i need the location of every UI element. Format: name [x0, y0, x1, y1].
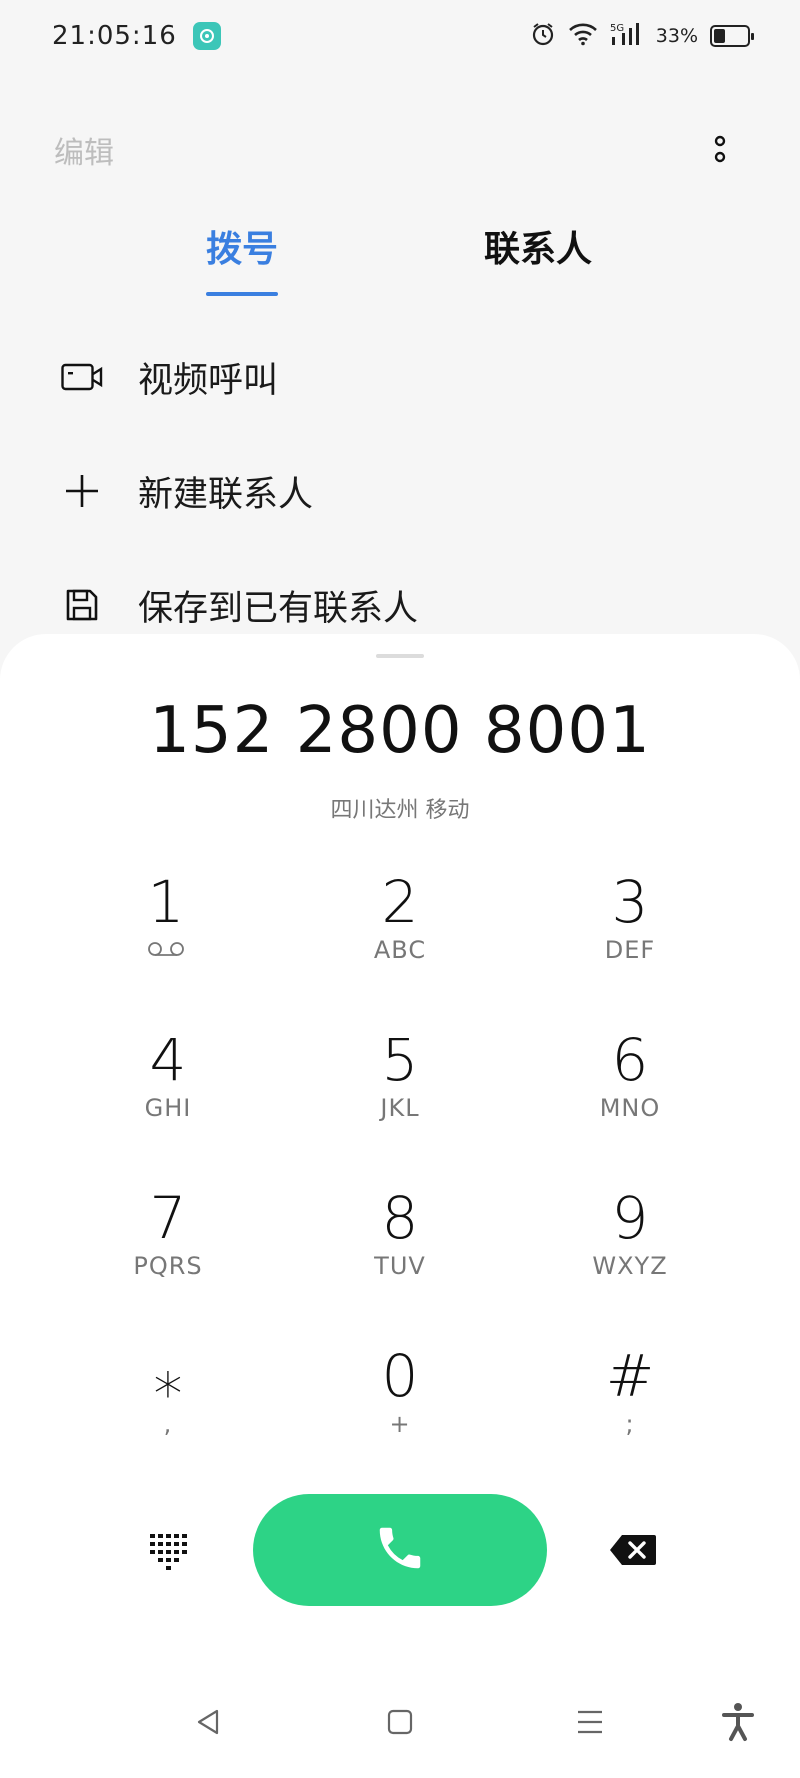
tab-dial[interactable]: 拨号: [206, 220, 278, 300]
alarm-icon: [530, 21, 556, 51]
plus-icon: [60, 469, 104, 513]
key-digit: 9: [611, 1184, 649, 1252]
home-icon[interactable]: [378, 1700, 422, 1744]
status-bar: 21:05:16 5G 33%: [0, 0, 800, 72]
dialer-sheet: 152 2800 8001 四川达州 移动 1 2 ABC 3 DEF 4 GH…: [0, 634, 800, 1778]
top-bar: 编辑: [0, 120, 800, 180]
key-7[interactable]: 7 PQRS: [68, 1186, 268, 1316]
key-star[interactable]: ⁎ ,: [68, 1344, 268, 1474]
key-letters: TUV: [374, 1252, 426, 1280]
backspace-icon[interactable]: [608, 1532, 658, 1568]
sheet-grabber[interactable]: [376, 654, 424, 658]
key-letters: ;: [625, 1410, 635, 1438]
app-badge-icon: [192, 22, 221, 50]
key-letters: ABC: [373, 936, 427, 964]
key-digit: 3: [611, 868, 649, 936]
key-digit: 2: [381, 868, 419, 936]
key-digit: ⁎: [153, 1342, 183, 1410]
action-list: 视频呼叫 新建联系人 保存到已有联系人: [0, 320, 800, 662]
key-8[interactable]: 8 TUV: [300, 1186, 500, 1316]
key-digit: 6: [611, 1026, 649, 1094]
call-button[interactable]: [253, 1494, 547, 1606]
key-digit: 7: [149, 1184, 187, 1252]
5g-signal-icon: 5G: [610, 21, 644, 51]
key-digit: 1: [147, 868, 185, 936]
key-5[interactable]: 5 JKL: [300, 1028, 500, 1158]
more-vertical-icon[interactable]: [700, 130, 740, 170]
status-right: 5G 33%: [530, 21, 754, 51]
key-digit: 4: [149, 1026, 187, 1094]
key-letters: DEF: [604, 936, 656, 964]
key-4[interactable]: 4 GHI: [68, 1028, 268, 1158]
tab-bar: 拨号 联系人: [0, 220, 800, 300]
accessibility-icon[interactable]: [716, 1700, 760, 1744]
svg-text:5G: 5G: [610, 23, 624, 34]
key-letters: MNO: [599, 1094, 661, 1122]
battery-fill: [714, 29, 725, 43]
key-0[interactable]: 0 +: [300, 1344, 500, 1474]
key-6[interactable]: 6 MNO: [530, 1028, 730, 1158]
wifi-icon: [568, 22, 598, 50]
status-left: 21:05:16: [52, 21, 221, 51]
dialed-number: 152 2800 8001: [149, 694, 651, 768]
tab-contacts[interactable]: 联系人: [484, 220, 592, 300]
key-letters: ,: [163, 1410, 173, 1438]
key-2[interactable]: 2 ABC: [300, 870, 500, 1000]
video-call-label: 视频呼叫: [138, 360, 279, 401]
active-tab-indicator: [206, 292, 278, 296]
number-location: 四川达州 移动: [330, 798, 470, 823]
key-1[interactable]: 1: [66, 870, 266, 1000]
status-time: 21:05:16: [52, 21, 177, 51]
key-letters: +: [389, 1410, 411, 1438]
keypad-grid-icon[interactable]: [146, 1530, 190, 1574]
back-icon[interactable]: [186, 1700, 230, 1744]
video-call-row[interactable]: 视频呼叫: [0, 320, 800, 434]
menu-icon[interactable]: [568, 1700, 612, 1744]
save-existing-label: 保存到已有联系人: [138, 588, 419, 629]
key-hash[interactable]: # ;: [530, 1344, 730, 1474]
dialer-actions: [0, 1494, 800, 1606]
battery-icon: [710, 25, 754, 47]
key-letters: PQRS: [133, 1252, 203, 1280]
video-call-icon: [60, 355, 104, 399]
navigation-bar: [0, 1690, 800, 1760]
key-digit: 0: [381, 1342, 419, 1410]
voicemail-icon: [146, 936, 186, 964]
key-digit: 5: [381, 1026, 419, 1094]
new-contact-row[interactable]: 新建联系人: [0, 434, 800, 548]
new-contact-label: 新建联系人: [138, 474, 314, 515]
save-icon: [60, 583, 104, 627]
key-9[interactable]: 9 WXYZ: [530, 1186, 730, 1316]
key-digit: #: [605, 1342, 655, 1410]
key-3[interactable]: 3 DEF: [530, 870, 730, 1000]
edit-button[interactable]: 编辑: [54, 128, 114, 172]
key-letters: WXYZ: [592, 1252, 668, 1280]
key-letters: GHI: [144, 1094, 192, 1122]
key-letters: JKL: [380, 1094, 420, 1122]
phone-icon: [373, 1521, 427, 1579]
battery-percent: 33%: [655, 25, 698, 47]
key-digit: 8: [381, 1184, 419, 1252]
